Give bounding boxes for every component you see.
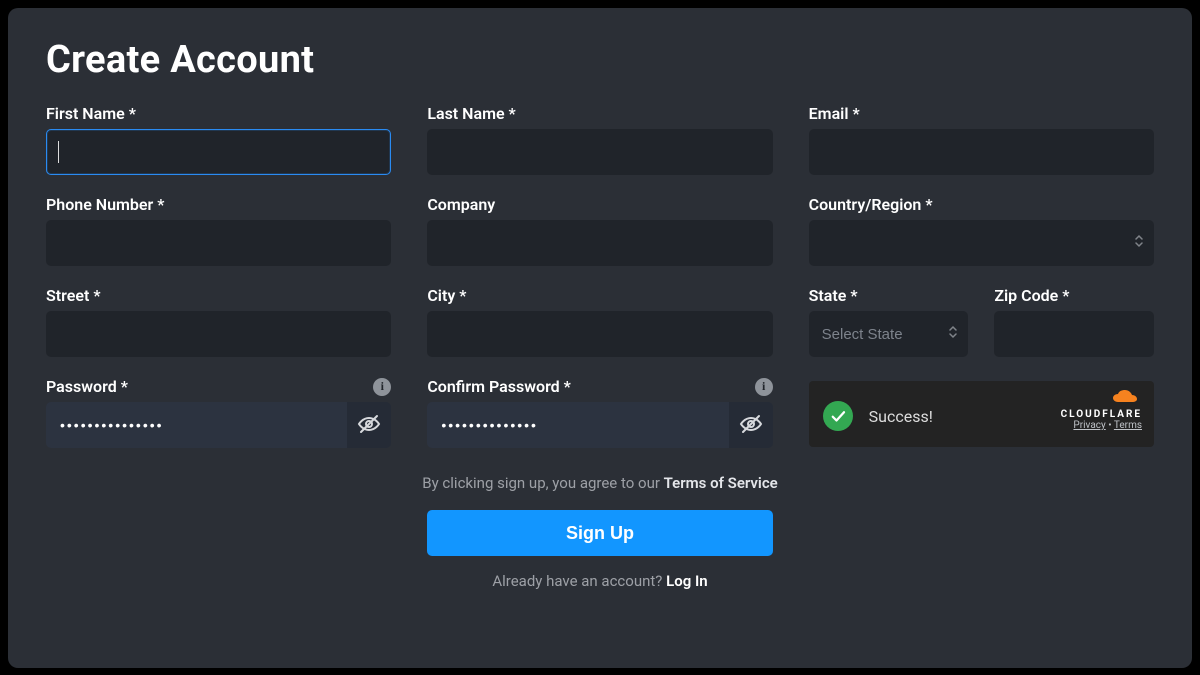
- sign-up-button[interactable]: Sign Up: [427, 510, 773, 556]
- state-select[interactable]: Select State: [809, 311, 969, 357]
- field-confirm-password: Confirm Password * i: [427, 377, 772, 448]
- password-input[interactable]: [46, 402, 391, 448]
- form-grid: First Name * Last Name * Email * Phone N…: [46, 104, 1154, 448]
- eye-off-icon: [357, 412, 381, 439]
- info-icon[interactable]: i: [373, 378, 391, 396]
- field-password: Password * i: [46, 377, 391, 448]
- field-country: Country/Region *: [809, 195, 1154, 266]
- tos-line: By clicking sign up, you agree to our Te…: [46, 474, 1154, 492]
- eye-off-icon: [739, 412, 763, 439]
- check-circle-icon: [823, 401, 853, 431]
- tos-prefix: By clicking sign up, you agree to our: [422, 474, 663, 492]
- email-input[interactable]: [809, 129, 1154, 175]
- label-last-name: Last Name *: [427, 104, 515, 123]
- text-cursor: [58, 141, 59, 163]
- label-country: Country/Region *: [809, 195, 933, 214]
- field-street: Street *: [46, 286, 391, 357]
- field-first-name: First Name *: [46, 104, 391, 175]
- label-city: City *: [427, 286, 466, 305]
- last-name-input[interactable]: [427, 129, 772, 175]
- label-confirm-password: Confirm Password *: [427, 377, 571, 396]
- cloudflare-brand: CLOUDFLARE Privacy • Terms: [1061, 389, 1142, 431]
- log-in-link[interactable]: Log In: [666, 572, 708, 590]
- field-phone: Phone Number *: [46, 195, 391, 266]
- zip-input[interactable]: [994, 311, 1154, 357]
- label-phone: Phone Number *: [46, 195, 164, 214]
- field-zip: Zip Code *: [994, 286, 1154, 357]
- label-first-name: First Name *: [46, 104, 136, 123]
- label-street: Street *: [46, 286, 101, 305]
- company-input[interactable]: [427, 220, 772, 266]
- toggle-confirm-password-visibility-button[interactable]: [729, 402, 773, 448]
- captcha-widget: Success! CLOUDFLARE Privacy • Terms: [809, 381, 1154, 447]
- cloudflare-icon: [1112, 389, 1142, 409]
- city-input[interactable]: [427, 311, 772, 357]
- tos-link[interactable]: Terms of Service: [664, 474, 778, 492]
- label-email: Email *: [809, 104, 860, 123]
- captcha-privacy-link[interactable]: Privacy: [1073, 420, 1105, 431]
- create-account-panel: Create Account First Name * Last Name * …: [8, 8, 1192, 668]
- state-zip-group: State * Select State Zip Code *: [809, 286, 1154, 357]
- label-state: State *: [809, 286, 858, 305]
- captcha-terms-link[interactable]: Terms: [1114, 420, 1142, 431]
- street-input[interactable]: [46, 311, 391, 357]
- label-company: Company: [427, 195, 495, 214]
- captcha-field: Success! CLOUDFLARE Privacy • Terms: [809, 377, 1154, 448]
- label-zip: Zip Code *: [994, 286, 1069, 305]
- cloudflare-wordmark: CLOUDFLARE: [1061, 409, 1142, 420]
- country-select[interactable]: [809, 220, 1154, 266]
- info-icon[interactable]: i: [755, 378, 773, 396]
- page-title: Create Account: [46, 38, 1154, 82]
- phone-input[interactable]: [46, 220, 391, 266]
- first-name-input[interactable]: [46, 129, 391, 175]
- login-line: Already have an account? Log In: [46, 572, 1154, 590]
- label-password: Password *: [46, 377, 128, 396]
- confirm-password-input[interactable]: [427, 402, 772, 448]
- have-account-text: Already have an account?: [492, 572, 666, 590]
- bottom-section: By clicking sign up, you agree to our Te…: [46, 474, 1154, 590]
- field-state: State * Select State: [809, 286, 969, 357]
- field-email: Email *: [809, 104, 1154, 175]
- captcha-success-text: Success!: [869, 407, 933, 426]
- field-last-name: Last Name *: [427, 104, 772, 175]
- field-city: City *: [427, 286, 772, 357]
- field-company: Company: [427, 195, 772, 266]
- toggle-password-visibility-button[interactable]: [347, 402, 391, 448]
